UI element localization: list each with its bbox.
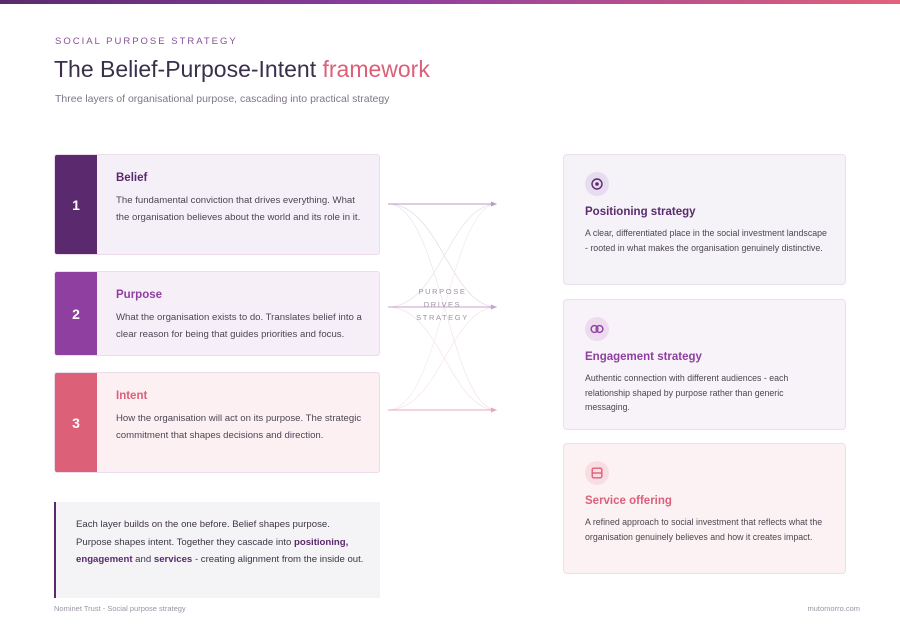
card-description: Authentic connection with different audi…	[585, 373, 789, 412]
card-description: A clear, differentiated place in the soc…	[585, 228, 827, 253]
connector-label: PURPOSE DRIVES STRATEGY	[400, 285, 485, 324]
target-icon	[585, 172, 609, 196]
card-description: A refined approach to social investment …	[585, 517, 823, 542]
connector-label-line: DRIVES	[423, 300, 462, 309]
card-service-offering: Service offering A refined approach to s…	[563, 443, 846, 574]
card-title: Service offering	[585, 495, 672, 507]
footer-source: Nominet Trust - Social purpose strategy	[54, 604, 186, 613]
arrowhead-positioning	[491, 201, 497, 207]
footer-site: mutomorro.com	[807, 604, 860, 613]
service-icon	[585, 461, 609, 485]
card-engagement-strategy: Engagement strategy Authentic connection…	[563, 299, 846, 430]
card-positioning-strategy: Positioning strategy A clear, differenti…	[563, 154, 846, 285]
arrowhead-engagement	[491, 304, 497, 310]
card-title: Engagement strategy	[585, 351, 702, 363]
arrowhead-service	[491, 407, 497, 413]
card-title: Positioning strategy	[585, 206, 696, 218]
connector-label-line: PURPOSE	[418, 287, 467, 296]
link-icon	[585, 317, 609, 341]
connector-label-line: STRATEGY	[416, 313, 469, 322]
